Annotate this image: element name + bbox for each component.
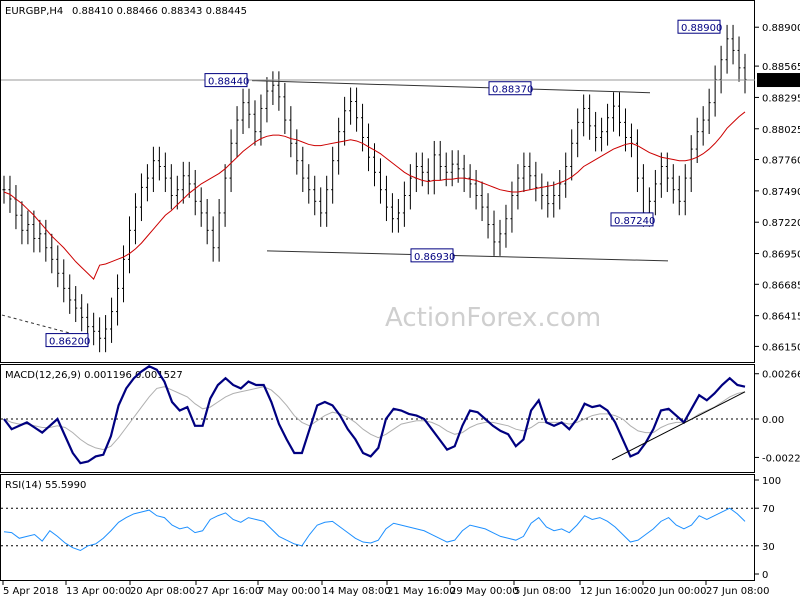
price-y-tick-label: 0.88025 bbox=[762, 125, 800, 136]
annotation-label: 0.86200 bbox=[45, 333, 90, 348]
annotation-text: 0.86200 bbox=[49, 337, 90, 348]
current-price-label: 0.88445 bbox=[760, 76, 800, 87]
price-y-tick-label: 0.86150 bbox=[762, 342, 800, 353]
macd-y-tick-label: -0.00226 bbox=[762, 453, 800, 464]
annotation-text: 0.88900 bbox=[681, 23, 722, 34]
rsi-y-tick-label: 100 bbox=[762, 476, 781, 487]
annotation-text: 0.87240 bbox=[614, 216, 655, 227]
x-tick-label: 7 May 00:00 bbox=[258, 586, 320, 597]
rsi-title: RSI(14) 55.5990 bbox=[5, 480, 86, 491]
price-y-tick-label: 0.86685 bbox=[762, 280, 800, 291]
price-y-tick-label: 0.87490 bbox=[762, 187, 800, 198]
price-y-tick-label: 0.86950 bbox=[762, 250, 800, 261]
price-y-tick-label: 0.88295 bbox=[762, 93, 800, 104]
price-y-tick-label: 0.87760 bbox=[762, 156, 800, 167]
x-tick-label: 21 May 16:00 bbox=[387, 586, 456, 597]
x-tick-label: 13 Apr 00:00 bbox=[66, 586, 131, 597]
x-tick-label: 29 May 00:00 bbox=[450, 586, 519, 597]
x-tick-label: 5 Apr 2018 bbox=[3, 586, 58, 597]
macd-y-tick-label: 0.00 bbox=[762, 415, 784, 426]
annotation-label: 0.88370 bbox=[488, 81, 533, 96]
price-y-tick-label: 0.88565 bbox=[762, 62, 800, 73]
x-tick-label: 20 Jun 00:00 bbox=[643, 586, 707, 597]
x-tick-label: 14 May 08:00 bbox=[322, 586, 391, 597]
price-title: EURGBP,H4 bbox=[5, 6, 63, 17]
annotation-text: 0.88440 bbox=[208, 77, 249, 88]
annotation-label: 0.88440 bbox=[204, 73, 249, 88]
rsi-y-tick-label: 30 bbox=[762, 542, 775, 553]
annotation-label: 0.86930 bbox=[410, 248, 455, 263]
watermark: ActionForex.com bbox=[385, 303, 601, 333]
price-y-tick-label: 0.86415 bbox=[762, 312, 800, 323]
x-tick-label: 27 Apr 16:00 bbox=[196, 586, 261, 597]
macd-title: MACD(12,26,9) 0.001196 0.001527 bbox=[5, 370, 183, 381]
price-ohlc: 0.88410 0.88466 0.88343 0.88445 bbox=[72, 6, 247, 17]
x-tick-label: 27 Jun 08:00 bbox=[706, 586, 770, 597]
annotation-text: 0.86930 bbox=[414, 252, 455, 263]
price-y-tick-label: 0.87220 bbox=[762, 218, 800, 229]
chart-svg: ActionForex.com EURGBP,H4 0.88410 0.8846… bbox=[0, 0, 800, 597]
chart-root: ActionForex.com EURGBP,H4 0.88410 0.8846… bbox=[0, 0, 800, 600]
annotation-label: 0.87240 bbox=[610, 212, 655, 227]
price-y-tick-label: 0.88900 bbox=[762, 23, 800, 34]
rsi-y-tick-label: 0 bbox=[762, 570, 768, 581]
rsi-y-tick-label: 70 bbox=[762, 504, 775, 515]
x-tick-label: 5 Jun 08:00 bbox=[514, 586, 571, 597]
macd-y-tick-label: 0.002663 bbox=[762, 370, 800, 381]
annotation-label: 0.88900 bbox=[677, 19, 722, 34]
x-tick-label: 12 Jun 16:00 bbox=[580, 586, 644, 597]
x-tick-label: 20 Apr 08:00 bbox=[130, 586, 195, 597]
annotation-text: 0.88370 bbox=[492, 85, 533, 96]
price-panel bbox=[0, 0, 755, 363]
